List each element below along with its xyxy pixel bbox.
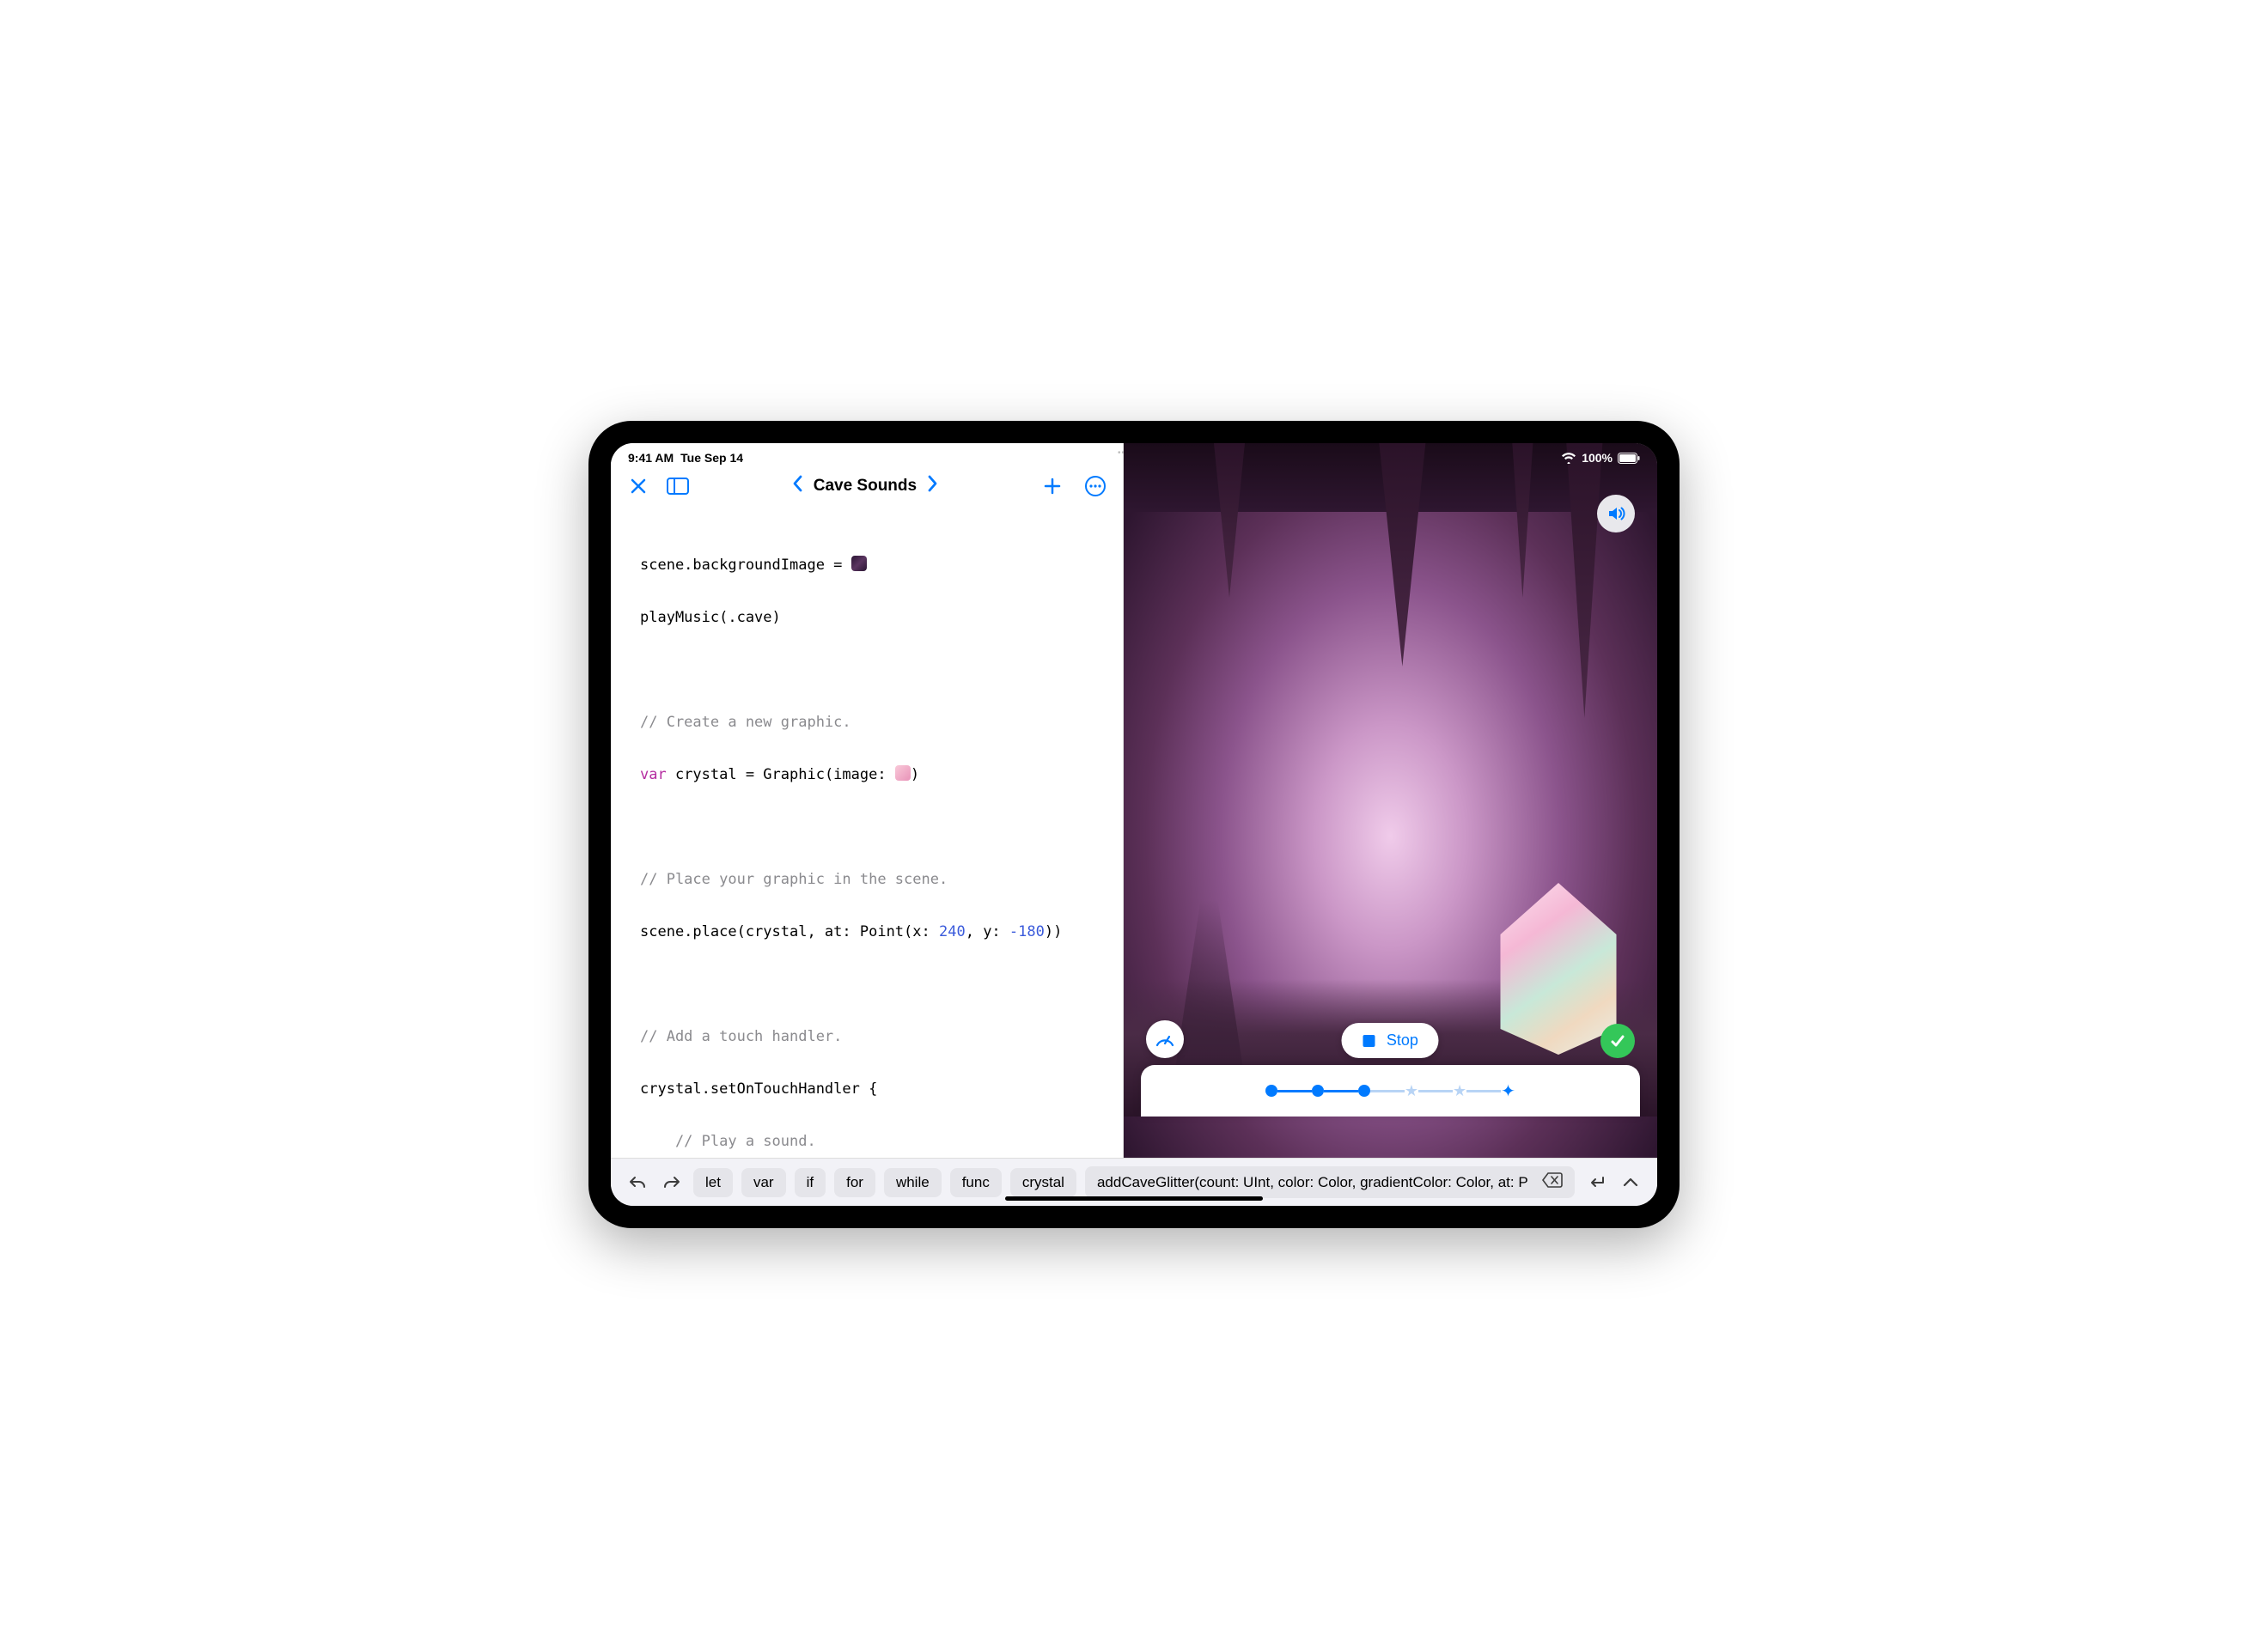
progress-connector xyxy=(1277,1090,1312,1092)
return-button[interactable] xyxy=(1583,1175,1609,1190)
more-menu-icon[interactable] xyxy=(1083,474,1107,498)
content-area: Cave Sounds scene.backgro xyxy=(611,443,1657,1158)
progress-step xyxy=(1312,1085,1324,1097)
code-text: crystal = Graphic(image: xyxy=(667,766,895,783)
code-keyword: var xyxy=(640,766,667,783)
code-text: scene.place(crystal, at: Point(x: xyxy=(640,923,939,940)
code-text: crystal.setOnTouchHandler { xyxy=(640,1080,877,1098)
keyword-chip-if[interactable]: if xyxy=(795,1168,826,1197)
add-button[interactable] xyxy=(1040,474,1064,498)
success-check-button[interactable] xyxy=(1600,1024,1635,1058)
image-literal-bg[interactable] xyxy=(851,556,867,571)
speed-button[interactable] xyxy=(1146,1020,1184,1058)
code-comment: // Add a touch handler. xyxy=(640,1028,842,1045)
keyword-chip-let[interactable]: let xyxy=(693,1168,733,1197)
nav-back-icon[interactable] xyxy=(791,474,803,498)
progress-connector xyxy=(1324,1090,1358,1092)
image-literal-crystal[interactable] xyxy=(895,765,911,781)
code-text: ) xyxy=(911,766,919,783)
progress-star: ★ xyxy=(1405,1082,1418,1100)
code-comment: // Play a sound. xyxy=(640,1133,816,1150)
delete-icon[interactable] xyxy=(1542,1172,1563,1192)
redo-button[interactable] xyxy=(659,1174,685,1191)
page-title: Cave Sounds xyxy=(814,477,917,496)
progress-connector xyxy=(1418,1090,1453,1092)
stop-icon xyxy=(1363,1034,1376,1048)
progress-step xyxy=(1265,1085,1277,1097)
home-indicator[interactable] xyxy=(1005,1196,1263,1201)
code-number: 240 xyxy=(939,923,966,940)
suggestion-text: addCaveGlitter(count: UInt, color: Color… xyxy=(1097,1174,1528,1191)
code-editor-pane: Cave Sounds scene.backgro xyxy=(611,443,1124,1158)
code-comment: // Place your graphic in the scene. xyxy=(640,871,948,888)
progress-star: ★ xyxy=(1453,1082,1466,1100)
code-text: , y: xyxy=(966,923,1009,940)
screen: 9:41 AM Tue Sep 14 100% ••• xyxy=(611,443,1657,1206)
progress-connector xyxy=(1466,1090,1501,1092)
code-number: -180 xyxy=(1009,923,1045,940)
progress-connector xyxy=(1370,1090,1405,1092)
sidebar-toggle-icon[interactable] xyxy=(666,474,690,498)
progress-tray[interactable]: ★ ★ ✦ xyxy=(1141,1065,1640,1117)
keyword-chip-func[interactable]: func xyxy=(950,1168,1002,1197)
keyword-chip-var[interactable]: var xyxy=(741,1168,786,1197)
editor-header: Cave Sounds xyxy=(611,443,1123,508)
live-scene-pane[interactable]: Stop ★ ★ xyxy=(1124,443,1657,1158)
progress-step xyxy=(1358,1085,1370,1097)
keyword-chip-for[interactable]: for xyxy=(834,1168,875,1197)
ipad-device-frame: 9:41 AM Tue Sep 14 100% ••• xyxy=(588,421,1680,1228)
dismiss-keyboard-button[interactable] xyxy=(1618,1177,1643,1189)
stop-label: Stop xyxy=(1387,1031,1418,1050)
progress-indicator: ★ ★ ✦ xyxy=(1265,1080,1515,1102)
code-comment: // Create a new graphic. xyxy=(640,714,851,731)
code-text: playMusic(.cave) xyxy=(640,609,781,626)
sound-toggle-button[interactable] xyxy=(1597,495,1635,532)
code-completion-suggestion[interactable]: addCaveGlitter(count: UInt, color: Color… xyxy=(1085,1166,1575,1198)
nav-forward-icon[interactable] xyxy=(927,474,939,498)
code-editor[interactable]: scene.backgroundImage = playMusic(.cave)… xyxy=(611,508,1123,1158)
code-text: )) xyxy=(1045,923,1062,940)
keyword-chip-crystal[interactable]: crystal xyxy=(1010,1168,1076,1197)
code-text: scene.backgroundImage = xyxy=(640,557,851,574)
crystal-graphic[interactable] xyxy=(1494,883,1623,1055)
stop-button[interactable]: Stop xyxy=(1342,1023,1439,1058)
undo-button[interactable] xyxy=(625,1174,650,1191)
keyword-chip-while[interactable]: while xyxy=(884,1168,942,1197)
progress-star-final: ✦ xyxy=(1501,1080,1515,1102)
close-button[interactable] xyxy=(626,474,650,498)
